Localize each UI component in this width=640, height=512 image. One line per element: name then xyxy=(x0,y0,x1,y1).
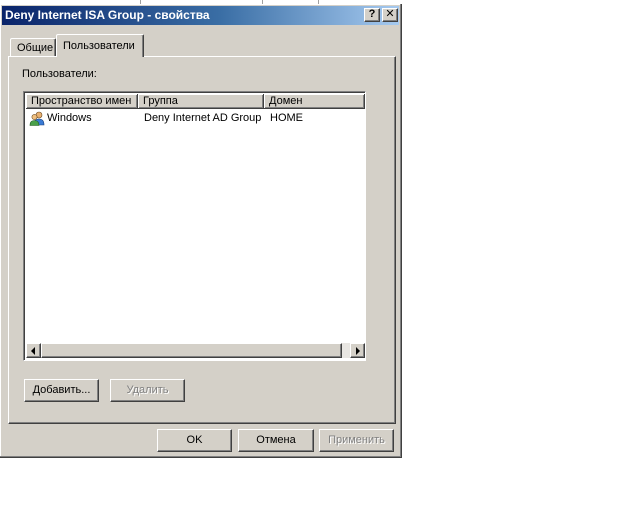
tab-users-label: Пользователи xyxy=(63,40,135,52)
properties-dialog: Deny Internet ISA Group - свойства ? ✕ О… xyxy=(0,4,402,458)
scroll-left-button[interactable] xyxy=(26,343,41,358)
row-namespace: Windows xyxy=(47,112,92,124)
tab-general[interactable]: Общие xyxy=(10,38,56,57)
users-list-label: Пользователи: xyxy=(22,68,97,80)
column-namespace[interactable]: Пространство имен xyxy=(26,94,138,109)
scrollbar-thumb[interactable] xyxy=(41,343,342,358)
apply-button[interactable]: Применить xyxy=(319,429,394,452)
arrow-right-icon xyxy=(356,347,360,355)
tab-general-label: Общие xyxy=(17,42,54,54)
title-bar[interactable]: Deny Internet ISA Group - свойства xyxy=(2,6,399,25)
remove-button[interactable]: Удалить xyxy=(110,379,185,402)
tab-users[interactable]: Пользователи xyxy=(56,34,144,57)
ok-button[interactable]: OK xyxy=(157,429,232,452)
window-title: Deny Internet ISA Group - свойства xyxy=(5,8,210,22)
row-group: Deny Internet AD Group xyxy=(144,112,262,124)
horizontal-scrollbar[interactable] xyxy=(26,343,365,358)
row-domain: HOME xyxy=(270,112,303,124)
scroll-right-button[interactable] xyxy=(350,343,365,358)
users-listview[interactable]: Пространство имен Группа Домен Windows D… xyxy=(23,91,366,361)
close-button[interactable]: ✕ xyxy=(382,8,398,22)
users-group-icon xyxy=(29,111,45,126)
cancel-button[interactable]: Отмена xyxy=(238,429,314,452)
column-group[interactable]: Группа xyxy=(138,94,264,109)
column-domain[interactable]: Домен xyxy=(264,94,365,109)
arrow-left-icon xyxy=(31,347,35,355)
help-icon: ? xyxy=(368,8,376,20)
help-button[interactable]: ? xyxy=(364,8,380,22)
add-button[interactable]: Добавить... xyxy=(24,379,99,402)
table-row[interactable]: Windows Deny Internet AD Group HOME xyxy=(26,111,363,127)
listview-header: Пространство имен Группа Домен xyxy=(26,94,365,109)
users-tab-panel: Пользователи: Пространство имен Группа Д… xyxy=(8,56,396,424)
close-icon: ✕ xyxy=(385,8,395,20)
